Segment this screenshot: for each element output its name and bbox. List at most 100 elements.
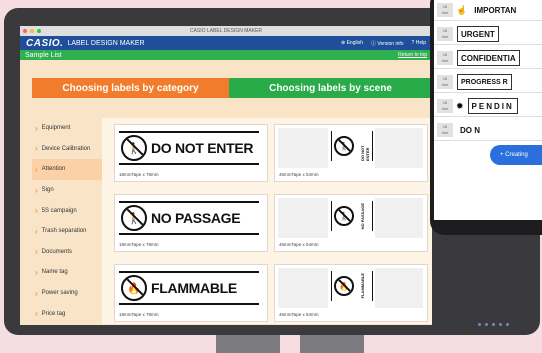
label-text: DO N: [460, 125, 480, 135]
label-preview: 🔥 FLAMMABLE: [119, 271, 259, 305]
monitor-indicator-lights: [478, 323, 509, 326]
tape-width-badge: 18 mm: [437, 27, 453, 41]
label-card[interactable]: 🚶 NO PASSAGE 46mmTape x 54mm: [274, 194, 428, 252]
chevron-right-icon: ›: [35, 164, 38, 174]
label-text: DO NOT ENTER: [360, 145, 370, 161]
sidebar-item-device-calibration[interactable]: › Device Calibration: [32, 139, 102, 160]
phone-device: 18 mm ☝ IMPORTAN 18 mm URGENT 18 mm CONFIDE…: [430, 0, 542, 235]
version-info-label: Version info: [377, 40, 404, 47]
sidebar-item-label: 5S campaign: [41, 207, 77, 214]
sidebar-item-label: Device Calibration: [41, 145, 91, 152]
page-title: Sample List: [25, 51, 62, 59]
chevron-right-icon: ›: [35, 185, 38, 195]
tape-width-badge: 18 mm: [437, 99, 453, 113]
tape-width-badge: 18 mm: [437, 3, 453, 17]
language-label: English: [346, 39, 363, 46]
sidebar-item-5s-campaign[interactable]: › 5S campaign: [32, 200, 102, 221]
sidebar-item-equipment[interactable]: › Equipment: [32, 118, 102, 139]
image-placeholder: [375, 128, 423, 168]
sidebar-item-power-saving[interactable]: › Power saving: [32, 283, 102, 304]
sidebar-item-label: Name tag: [41, 269, 68, 276]
label-text: NO PASSAGE: [360, 202, 365, 230]
label-card[interactable]: 🚶 DO NOT ENTER 18mmTape x 78mm: [114, 124, 268, 182]
sidebar-item-label: Documents: [41, 248, 73, 255]
create-label-button[interactable]: + Creating: [490, 145, 542, 165]
label-text: IMPORTAN: [474, 5, 517, 15]
image-placeholder: [375, 268, 423, 308]
phone-label-row[interactable]: 18 mm DO N: [434, 120, 542, 141]
phone-label-row[interactable]: 18 mm PROGRESS R: [434, 72, 542, 93]
tape-width-badge: 18 mm: [437, 75, 453, 89]
tab-by-category[interactable]: Choosing labels by category: [32, 78, 229, 98]
chevron-right-icon: ›: [35, 206, 38, 216]
tape-width-badge: 18 mm: [437, 51, 453, 65]
label-text: CONFIDENTIA: [457, 50, 520, 66]
image-placeholder: [278, 268, 328, 308]
label-preview: 🚶 DO NOT ENTER: [119, 131, 259, 165]
sidebar-item-label: Equipment: [41, 125, 71, 132]
category-sidebar: › Equipment › Device Calibration › Attentio…: [32, 118, 102, 324]
title-bar: CASIO LABEL DESIGN MAKER: [20, 26, 432, 36]
label-text: DO NOT ENTER: [151, 140, 254, 156]
phone-label-row[interactable]: 18 mm ☝ IMPORTAN: [434, 0, 542, 21]
phone-screen: 18 mm ☝ IMPORTAN 18 mm URGENT 18 mm CONFIDE…: [434, 0, 542, 220]
tape-size-caption: 18mmTape x 78mm: [119, 172, 159, 177]
caution-icon: ☝: [456, 4, 468, 15]
sidebar-item-label: Price tag: [41, 310, 66, 317]
category-tabs: Choosing labels by category Choosing lab…: [32, 78, 432, 98]
chevron-right-icon: ›: [35, 144, 38, 154]
return-to-top-link[interactable]: Return to top: [398, 52, 427, 58]
label-text: PROGRESS R: [457, 74, 512, 90]
monitor-stand-right: [300, 335, 364, 353]
sidebar-item-trash-separation[interactable]: › Trash separation: [32, 221, 102, 242]
no-passage-icon: 🚶: [121, 205, 147, 231]
no-entry-person-icon: 🚶: [121, 135, 147, 161]
label-preview: 🚶 NO PASSAGE: [119, 201, 259, 235]
chevron-right-icon: ›: [35, 247, 38, 257]
label-preview: 🔥 FLAMMABLE: [331, 271, 373, 301]
label-text: FLAMMABLE: [360, 273, 365, 299]
casio-logo: CASIO.: [26, 37, 64, 49]
version-info-link[interactable]: ⓘ Version info: [371, 40, 404, 47]
sidebar-item-label: Attention: [41, 166, 66, 173]
sidebar-item-documents[interactable]: › Documents: [32, 242, 102, 263]
monitor-stand-left: [216, 335, 280, 353]
label-grid: 🚶 DO NOT ENTER 18mmTape x 78mm 🚶 DO NOT EN…: [102, 118, 432, 324]
app-header: CASIO. LABEL DESIGN MAKER ⊕ English ⓘ Ve…: [20, 36, 432, 50]
image-placeholder: [375, 198, 423, 238]
label-text: URGENT: [457, 26, 499, 42]
tape-size-caption: 46mmTape x 54mm: [279, 312, 319, 317]
help-label: Help: [415, 39, 426, 46]
no-fire-icon: 🔥: [334, 276, 354, 296]
help-link[interactable]: ? Help: [412, 40, 426, 47]
sidebar-item-label: Sign: [41, 187, 54, 194]
sidebar-item-attention[interactable]: › Attention: [32, 159, 102, 180]
phone-label-row[interactable]: 18 mm URGENT: [434, 24, 542, 45]
sidebar-item-price-tag[interactable]: › Price tag: [32, 303, 102, 324]
image-placeholder: [278, 198, 328, 238]
chevron-right-icon: ›: [35, 123, 38, 133]
label-card[interactable]: 🚶 NO PASSAGE 18mmTape x 78mm: [114, 194, 268, 252]
tab-by-scene[interactable]: Choosing labels by scene: [229, 78, 432, 98]
image-placeholder: [278, 128, 328, 168]
label-text: NO PASSAGE: [151, 210, 241, 226]
no-fire-icon: 🔥: [121, 275, 147, 301]
sidebar-item-name-tag[interactable]: › Name tag: [32, 262, 102, 283]
language-link[interactable]: ⊕ English: [341, 40, 363, 47]
tape-size-caption: 46mmTape x 54mm: [279, 242, 319, 247]
phone-label-row[interactable]: 18 mm ✹ PENDIN: [434, 96, 542, 117]
main-content: Choosing labels by category Choosing lab…: [20, 60, 432, 325]
tape-size-caption: 18mmTape x 78mm: [119, 312, 159, 317]
chevron-right-icon: ›: [35, 309, 38, 319]
tape-size-caption: 46mmTape x 54mm: [279, 172, 319, 177]
label-card[interactable]: 🔥 FLAMMABLE 46mmTape x 54mm: [274, 264, 428, 322]
no-entry-person-icon: 🚶: [334, 136, 354, 156]
label-text: PENDIN: [467, 98, 518, 114]
label-text: FLAMMABLE: [151, 280, 237, 296]
chevron-right-icon: ›: [35, 288, 38, 298]
phone-label-row[interactable]: 18 mm CONFIDENTIA: [434, 48, 542, 69]
tape-size-caption: 18mmTape x 78mm: [119, 242, 159, 247]
label-card[interactable]: 🚶 DO NOT ENTER 46mmTape x 54mm: [274, 124, 428, 182]
label-card[interactable]: 🔥 FLAMMABLE 18mmTape x 78mm: [114, 264, 268, 322]
sidebar-item-sign[interactable]: › Sign: [32, 180, 102, 201]
